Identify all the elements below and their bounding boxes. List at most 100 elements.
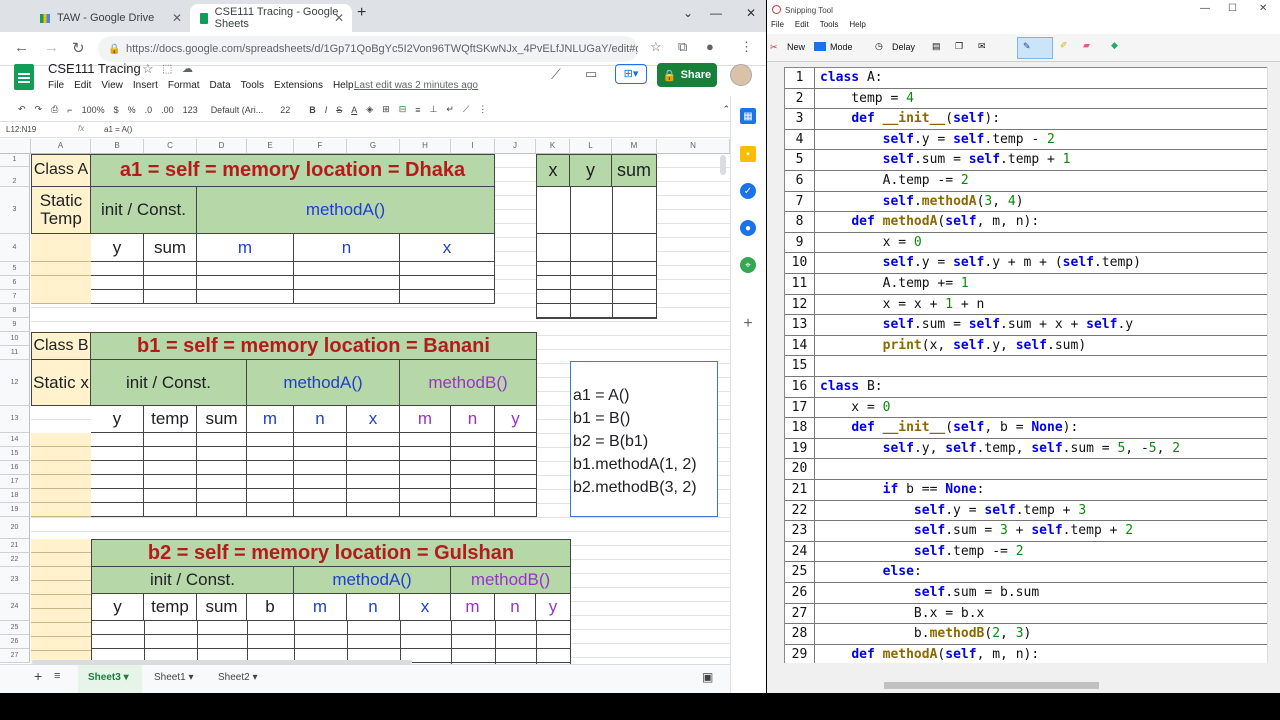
delay-button[interactable]: Delay <box>892 42 915 52</box>
number-format-select[interactable]: 123 <box>183 105 198 115</box>
col-x[interactable]: x <box>400 594 451 621</box>
a1-title[interactable]: a1 = self = memory location = Dhaka <box>91 154 495 187</box>
maps-icon[interactable]: ⌖ <box>740 257 756 273</box>
extensions-icon[interactable]: ⧉ <box>678 39 687 55</box>
column-header[interactable]: G <box>347 139 400 154</box>
row-header[interactable]: 6 <box>0 276 30 290</box>
row-header[interactable]: 18 <box>0 489 30 503</box>
methodA-header[interactable]: methodA() <box>294 567 451 594</box>
vertical-scrollbar[interactable] <box>720 155 726 175</box>
column-header[interactable]: D <box>197 139 247 154</box>
sheet-tab-sheet3[interactable]: Sheet3 ▾ <box>78 665 142 693</box>
chevron-down-icon[interactable]: ⌄ <box>683 6 693 20</box>
avatar[interactable] <box>730 64 752 86</box>
redo-icon[interactable]: ↷ <box>35 104 43 115</box>
row-header[interactable]: 9 <box>0 318 30 332</box>
forward-icon[interactable]: → <box>44 39 59 56</box>
star-icon[interactable]: ☆ <box>650 39 662 55</box>
row-header[interactable]: 21 <box>0 539 30 553</box>
row-header[interactable]: 4 <box>0 234 30 262</box>
currency-icon[interactable]: $ <box>114 105 119 115</box>
row-header[interactable]: 1 <box>0 154 30 167</box>
align-icon[interactable]: ≡ <box>415 105 420 115</box>
new-tab-button[interactable]: + <box>357 4 366 22</box>
methodB-header[interactable]: methodB() <box>400 360 537 406</box>
menu-file[interactable]: File <box>771 20 784 34</box>
col-x[interactable]: x <box>347 406 400 433</box>
hdr-y[interactable]: y <box>570 154 612 187</box>
b2-title[interactable]: b2 = self = memory location = Gulshan <box>91 539 571 567</box>
static-temp-label[interactable]: Static Temp <box>31 187 91 234</box>
paint-format-icon[interactable]: ⌐ <box>67 105 72 115</box>
row-header[interactable]: 7 <box>0 290 30 304</box>
col-n[interactable]: n <box>294 406 347 433</box>
menu-tools[interactable]: Tools <box>820 20 839 34</box>
add-sheet-icon[interactable]: + <box>34 668 42 684</box>
menu-insert[interactable]: Insert <box>133 80 158 91</box>
horizontal-scrollbar[interactable] <box>784 680 1280 691</box>
tab-drive[interactable]: TAW - Google Drive ✕ <box>30 4 190 32</box>
back-icon[interactable]: ← <box>14 39 29 56</box>
close-window-button[interactable]: ✕ <box>746 6 756 20</box>
column-header[interactable]: N <box>657 139 730 154</box>
col-b[interactable]: b <box>247 594 294 621</box>
column-header[interactable]: I <box>451 139 495 154</box>
minimize-button[interactable]: — <box>710 6 722 20</box>
b2-empty-cells[interactable] <box>91 621 571 664</box>
col-y[interactable]: y <box>495 406 537 433</box>
close-icon[interactable]: ✕ <box>334 11 344 25</box>
row-header[interactable]: 12 <box>0 360 30 406</box>
pen-button[interactable]: ✎ <box>1017 37 1053 59</box>
save-icon[interactable]: ▤ <box>932 41 941 52</box>
minimize-button[interactable]: — <box>1200 3 1210 14</box>
menu-edit[interactable]: Edit <box>795 20 809 34</box>
static-column-b[interactable] <box>31 433 91 517</box>
col-m[interactable]: m <box>451 594 495 621</box>
column-header[interactable]: C <box>144 139 197 154</box>
row-header[interactable]: 8 <box>0 304 30 318</box>
row-header[interactable]: 27 <box>0 649 30 663</box>
keep-icon[interactable]: ▪ <box>740 146 756 162</box>
borders-icon[interactable]: ⊞ <box>382 104 390 115</box>
text-color-icon[interactable]: A <box>351 105 357 115</box>
col-y[interactable]: y <box>536 594 571 621</box>
col-temp[interactable]: temp <box>144 406 197 433</box>
send-icon[interactable]: ✉ <box>978 41 986 52</box>
reload-icon[interactable]: ↻ <box>72 39 85 57</box>
corner-cell[interactable] <box>0 139 31 154</box>
url-field[interactable]: 🔒 https://docs.google.com/spreadsheets/d… <box>98 36 638 62</box>
close-icon[interactable]: ✕ <box>172 11 182 25</box>
font-size-select[interactable]: 22 <box>280 105 290 115</box>
col-sum[interactable]: sum <box>144 234 197 262</box>
close-window-button[interactable]: ✕ <box>1259 3 1267 14</box>
row-header[interactable]: 3 <box>0 187 30 234</box>
column-header[interactable]: E <box>247 139 294 154</box>
chevron-up-icon[interactable]: ⌃ <box>722 104 730 115</box>
column-header[interactable]: F <box>294 139 347 154</box>
zoom-select[interactable]: 100% <box>82 105 105 115</box>
menu-edit[interactable]: Edit <box>74 80 91 91</box>
row-header[interactable]: 11 <box>0 346 30 360</box>
print-icon[interactable]: ⎙ <box>51 104 58 115</box>
menu-data[interactable]: Data <box>210 80 231 91</box>
row-header[interactable]: 23 <box>0 567 30 594</box>
tab-sheets[interactable]: CSE111 Tracing - Google Sheets ✕ <box>190 4 352 32</box>
col-m[interactable]: m <box>197 234 294 262</box>
font-select[interactable]: Default (Ari... <box>211 105 264 115</box>
doc-title[interactable]: CSE111 Tracing <box>48 61 141 76</box>
add-icon[interactable]: + <box>740 315 756 332</box>
fill-color-icon[interactable]: ◈ <box>366 104 373 115</box>
trend-icon[interactable]: ⟋ <box>551 66 561 83</box>
eraser-icon[interactable]: ▰ <box>1083 40 1090 51</box>
column-header[interactable]: H <box>400 139 451 154</box>
mode-button[interactable]: Mode <box>830 42 853 52</box>
column-header[interactable]: B <box>91 139 144 154</box>
row-header[interactable]: 2 <box>0 167 30 187</box>
methodA-header[interactable]: methodA() <box>197 187 495 234</box>
contacts-icon[interactable]: ● <box>740 220 756 236</box>
init-header[interactable]: init / Const. <box>91 187 197 234</box>
row-header[interactable]: 15 <box>0 447 30 461</box>
column-header[interactable]: K <box>536 139 570 154</box>
col-n[interactable]: n <box>347 594 400 621</box>
col-y[interactable]: y <box>91 406 144 433</box>
